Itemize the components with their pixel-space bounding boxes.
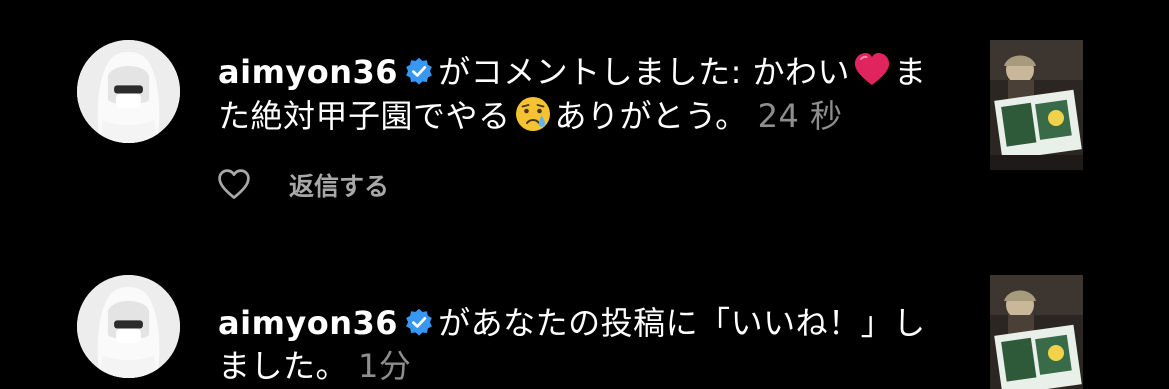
timestamp: 24 秒 bbox=[757, 97, 843, 135]
verified-badge-icon bbox=[404, 308, 434, 338]
username[interactable]: aimyon36 bbox=[218, 53, 398, 91]
avatar[interactable] bbox=[77, 40, 180, 143]
avatar[interactable] bbox=[77, 275, 180, 378]
comment-actions: 返信する bbox=[216, 165, 389, 205]
comment-text: がコメントしました: かわい bbox=[438, 53, 851, 91]
notification-text: aimyon36 があなたの投稿に「いいね！」しました。 1分 bbox=[218, 302, 958, 388]
verified-badge-icon bbox=[404, 57, 434, 87]
timestamp: 1分 bbox=[358, 347, 412, 385]
heart-outline-icon[interactable] bbox=[216, 167, 252, 203]
post-thumbnail[interactable] bbox=[990, 40, 1083, 170]
post-thumbnail[interactable] bbox=[990, 275, 1083, 389]
activity-feed: aimyon36 がコメントしました: かわい また絶対甲子園でやる ありがとう。 24… bbox=[0, 0, 1169, 389]
like-notification[interactable]: aimyon36 があなたの投稿に「いいね！」しました。 1分 bbox=[0, 265, 1169, 389]
reply-button[interactable]: 返信する bbox=[289, 167, 389, 203]
comment-notification[interactable]: aimyon36 がコメントしました: かわい また絶対甲子園でやる ありがとう。 24… bbox=[0, 0, 1169, 230]
comment-text: ありがとう。 bbox=[554, 97, 748, 135]
crying-face-icon bbox=[513, 94, 553, 134]
red-heart-icon bbox=[852, 50, 892, 90]
username[interactable]: aimyon36 bbox=[218, 304, 398, 342]
notification-text: aimyon36 がコメントしました: かわい また絶対甲子園でやる ありがとう。 24… bbox=[218, 50, 958, 138]
